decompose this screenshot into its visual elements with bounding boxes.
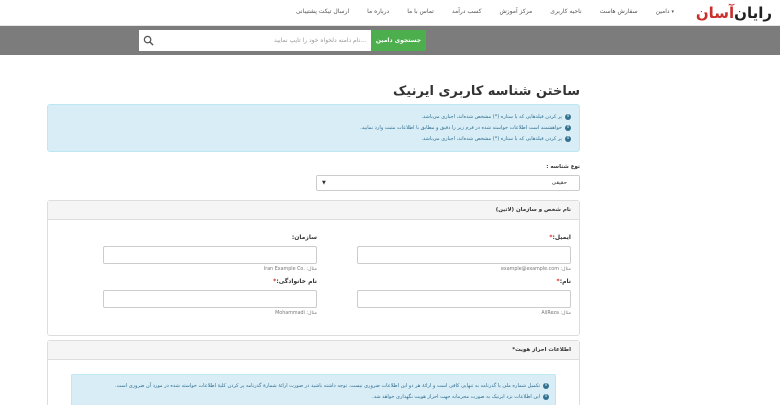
- first-name-input[interactable]: [357, 290, 571, 308]
- email-label-text: ایمیل:: [552, 234, 571, 241]
- domain-search-bar: جستجوی دامین: [0, 26, 780, 55]
- first-name-label: نام:*: [557, 278, 571, 285]
- info-text: خواهشمند است اطلاعات خواسته شده در فرم ز…: [360, 124, 562, 131]
- identity-info-alert: i تکمیل شماره ملی یا گذرنامه به تنهایی کا…: [71, 374, 556, 405]
- top-navbar: آسان رایان دامین ▾ سفارش هاست ناحیه کارب…: [0, 0, 780, 26]
- search-icon[interactable]: [143, 35, 154, 46]
- info-line: i تکمیل شماره ملی یا گذرنامه به تنهایی کا…: [78, 380, 549, 391]
- site-logo[interactable]: آسان رایان: [695, 3, 773, 23]
- info-icon: i: [565, 135, 571, 142]
- last-name-label-text: نام خانوادگی:: [276, 278, 317, 285]
- domain-search-button[interactable]: جستجوی دامین: [371, 30, 426, 51]
- info-icon: i: [543, 393, 549, 400]
- logo-part1: آسان: [695, 4, 735, 22]
- domain-search-input[interactable]: [139, 30, 371, 51]
- menu-item-learning[interactable]: مرکز آموزش: [490, 8, 541, 15]
- search-group: جستجوی دامین: [139, 30, 426, 51]
- info-icon: i: [565, 113, 571, 120]
- chevron-down-icon: ▾: [671, 9, 674, 15]
- info-icon: i: [543, 382, 549, 389]
- id-type-label: نوع شناسه :: [546, 164, 580, 170]
- dropdown-arrow-icon: ▼: [322, 180, 326, 186]
- info-alert: i پر کردن فیلدهایی که با ستاره (*) مشخص ش…: [47, 104, 580, 152]
- email-hint: مثال: example@example.com: [501, 267, 571, 272]
- info-text: پر کردن فیلدهایی که با ستاره (*) مشخص شد…: [421, 113, 562, 120]
- identity-panel: اطلاعات احراز هویت* i تکمیل شماره ملی یا …: [47, 340, 580, 405]
- info-line: i این اطلاعات نزد ایرنیک به صورت محرمانه …: [78, 391, 549, 402]
- panel-title: اطلاعات احراز هویت*: [48, 341, 579, 360]
- info-line: i خواهشمند است اطلاعات خواسته شده در فرم …: [56, 122, 571, 133]
- menu-item-client-area[interactable]: ناحیه کاربری: [541, 8, 590, 15]
- info-text: تکمیل شماره ملی یا گذرنامه به تنهایی کاف…: [115, 382, 540, 389]
- menu-item-label: دامین: [655, 8, 670, 15]
- info-text: این اطلاعات نزد ایرنیک به صورت محرمانه ج…: [372, 393, 540, 400]
- id-type-value: حقیقی: [551, 180, 567, 186]
- menu-item-contact[interactable]: تماس با ما: [398, 8, 443, 15]
- org-label: سازمان:: [291, 234, 317, 241]
- last-name-hint: مثال: Mohammadi: [275, 311, 317, 316]
- menu-item-hosting[interactable]: سفارش هاست: [591, 8, 647, 15]
- org-input[interactable]: [103, 246, 317, 264]
- info-line: i پر کردن فیلدهایی که با ستاره (*) مشخص ش…: [56, 133, 571, 144]
- email-label: ایمیل:*: [549, 234, 571, 241]
- menu-item-earn[interactable]: کسب درآمد: [443, 8, 491, 15]
- info-line: i پر کردن فیلدهایی که با ستاره (*) مشخص ش…: [56, 111, 571, 122]
- org-hint: مثال: .Iran Example Co: [263, 267, 317, 272]
- info-icon: i: [565, 124, 571, 131]
- person-org-panel: نام شخص و سازمان (لاتین) ایمیل:* مثال: e…: [47, 200, 580, 336]
- first-name-hint: مثال: AliReza: [541, 311, 571, 316]
- info-text: پر کردن فیلدهایی که با ستاره (*) مشخص شد…: [421, 135, 562, 142]
- menu-item-about[interactable]: درباره ما: [358, 8, 398, 15]
- first-name-label-text: نام:: [559, 278, 571, 285]
- last-name-label: نام خانوادگی:*: [273, 278, 317, 285]
- page-title: ساختن شناسه کاربری ایرنیک: [393, 84, 580, 99]
- last-name-input[interactable]: [103, 290, 317, 308]
- main-menu: دامین ▾ سفارش هاست ناحیه کاربری مرکز آمو…: [287, 8, 685, 15]
- panel-title: نام شخص و سازمان (لاتین): [48, 201, 579, 220]
- logo-part2: رایان: [734, 4, 773, 22]
- menu-item-domain[interactable]: دامین ▾: [647, 8, 685, 15]
- id-type-select[interactable]: حقیقی ▼: [316, 175, 580, 191]
- menu-item-ticket[interactable]: ارسال تیکت پشتیبانی: [287, 8, 358, 15]
- email-input[interactable]: [357, 246, 571, 264]
